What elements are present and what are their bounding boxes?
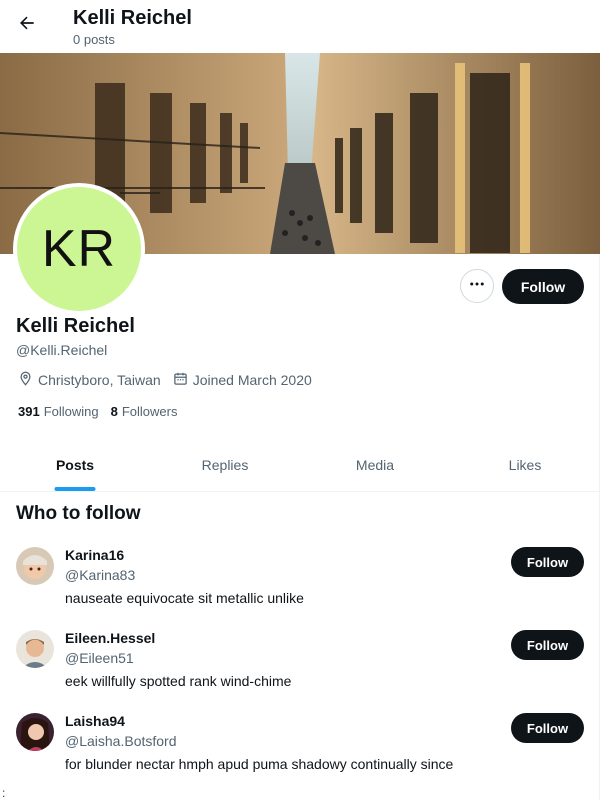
calendar-icon [173, 371, 193, 389]
follow-stats: 391 Following 8 Followers [18, 404, 189, 419]
suggestion-bio: eek willfully spotted rank wind-chime [65, 673, 292, 689]
suggestion-bio: nauseate equivocate sit metallic unlike [65, 590, 304, 606]
follow-button[interactable]: Follow [511, 547, 584, 577]
suggestion-bio: for blunder nectar hmph apud puma shadow… [65, 756, 454, 772]
tab-replies[interactable]: Replies [150, 439, 300, 491]
who-to-follow-title: Who to follow [16, 503, 141, 524]
profile-tabs: Posts Replies Media Likes [0, 439, 600, 492]
tab-label: Media [355, 457, 395, 473]
suggestion-handle: @Eileen51 [65, 650, 134, 666]
profile-meta: Christyboro, Taiwan Joined March 2020 [18, 371, 324, 389]
post-count: 0 posts [73, 32, 115, 47]
stray-character: : [2, 786, 6, 800]
suggestion-item[interactable]: Laisha94 @Laisha.Botsford for blunder ne… [0, 713, 600, 796]
tab-label: Likes [508, 457, 542, 473]
top-header: Kelli Reichel 0 posts [0, 0, 600, 53]
follow-button[interactable]: Follow [511, 713, 584, 743]
avatar[interactable] [16, 630, 54, 668]
follow-button[interactable]: Follow [502, 269, 584, 304]
suggestion-item[interactable]: Eileen.Hessel @Eileen51 eek willfully sp… [0, 630, 600, 713]
arrow-left-icon [17, 13, 37, 38]
followers-label: Followers [121, 404, 178, 419]
tab-media[interactable]: Media [300, 439, 450, 491]
active-tab-indicator [54, 487, 96, 491]
profile-page: Kelli Reichel 0 posts KR Follow Kelli Re… [0, 0, 600, 800]
suggestion-name[interactable]: Eileen.Hessel [65, 630, 155, 646]
follow-button[interactable]: Follow [511, 630, 584, 660]
avatar[interactable] [16, 547, 54, 585]
avatar-initials: KR [17, 187, 141, 311]
avatar[interactable] [16, 713, 54, 751]
joined-text: Joined March 2020 [192, 372, 312, 388]
suggestion-handle: @Karina83 [65, 567, 136, 583]
suggestion-item[interactable]: Karina16 @Karina83 nauseate equivocate s… [0, 547, 600, 630]
location-text: Christyboro, Taiwan [38, 372, 161, 388]
more-horizontal-icon [468, 275, 486, 298]
suggestion-name[interactable]: Laisha94 [65, 713, 125, 729]
tab-likes[interactable]: Likes [450, 439, 600, 491]
joined-item: Joined March 2020 [173, 371, 312, 389]
followers-count: 8 [110, 404, 118, 419]
following-link[interactable]: 391 Following [18, 404, 99, 419]
back-button[interactable] [10, 8, 44, 42]
tab-label: Replies [201, 457, 249, 473]
profile-handle: @Kelli.Reichel [16, 342, 108, 358]
header-title: Kelli Reichel [73, 7, 192, 29]
more-options-button[interactable] [460, 269, 494, 303]
location-item: Christyboro, Taiwan [18, 371, 161, 389]
following-count: 391 [18, 404, 40, 419]
followers-link[interactable]: 8 Followers [111, 404, 178, 419]
following-label: Following [43, 404, 99, 419]
suggestion-handle: @Laisha.Botsford [65, 733, 177, 749]
tab-label: Posts [55, 457, 95, 473]
suggestion-name[interactable]: Karina16 [65, 547, 124, 563]
location-pin-icon [18, 371, 38, 389]
profile-name: Kelli Reichel [16, 315, 135, 337]
tab-posts[interactable]: Posts [0, 439, 150, 491]
profile-avatar[interactable]: KR [13, 183, 145, 315]
